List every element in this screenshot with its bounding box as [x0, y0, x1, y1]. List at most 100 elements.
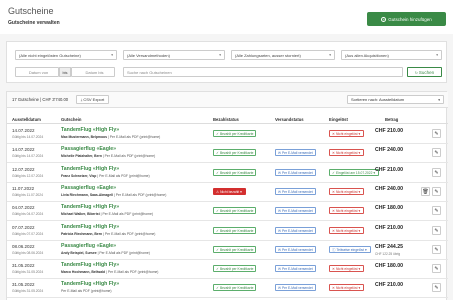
shipping-status-badge[interactable]: ✉Per E-Mail versendet: [275, 245, 316, 253]
edit-button[interactable]: ✎: [432, 244, 441, 254]
column-header-voucher[interactable]: Gutschein: [61, 117, 81, 122]
cross-icon: ✕: [332, 286, 335, 291]
edit-button[interactable]: ✎: [432, 167, 441, 177]
filter-panel: (Alle nicht eingelösten Gutscheine) ▾ (Al…: [6, 41, 447, 83]
valid-until: Gültig bis 12.07.2024: [12, 173, 44, 178]
delete-button[interactable]: 🗑: [421, 186, 430, 196]
column-header-shipping[interactable]: Versandstatus: [275, 117, 304, 122]
column-header-amount[interactable]: Betrag: [385, 117, 398, 122]
edit-button[interactable]: ✎: [432, 186, 441, 196]
shipping-status-badge[interactable]: ✉Per E-Mail versendet: [275, 168, 316, 176]
redeemed-status-badge[interactable]: ✕Nicht eingelöst ▾: [329, 207, 365, 215]
redeemed-status-badge[interactable]: ✕Nicht eingelöst ▾: [329, 187, 365, 195]
delivery-method: Per E-Mail als PDF (print@home): [99, 250, 150, 255]
edit-button[interactable]: ✎: [432, 264, 441, 274]
edit-button[interactable]: ✎: [432, 225, 441, 235]
csv-export-button[interactable]: ⤓CSV Export: [76, 95, 109, 104]
voucher-name[interactable]: TandemFlug «High Fly»: [61, 224, 119, 230]
redeemed-status-badge[interactable]: ⓘTeilweise eingelöst ▾: [329, 245, 371, 253]
voucher-name[interactable]: Passagierflug «Eagle»: [61, 146, 116, 152]
payment-status-badge[interactable]: ✓Bezahlt per Kreditkarte: [213, 130, 257, 137]
shipping-status-badge[interactable]: ✉Per E-Mail versendet: [275, 265, 316, 273]
table-row[interactable]: 11.07.2022 Gültig bis 11.07.2024 Passagier…: [7, 183, 448, 202]
delivery-method: Per E-Mail als PDF (print@home): [104, 231, 156, 236]
mail-icon: ✉: [278, 247, 281, 252]
voucher-name[interactable]: TandemFlug «High Fly»: [61, 262, 119, 268]
table-row[interactable]: 14.07.2022 Gültig bis 14.07.2024 Passagier…: [7, 144, 448, 164]
voucher-amount: CHF 210.00: [375, 282, 403, 289]
payment-status-badge[interactable]: ✓Bezahlt per Kreditkarte: [213, 265, 257, 273]
edit-button[interactable]: ✎: [432, 129, 441, 138]
chevron-down-icon: ▾: [329, 53, 331, 57]
redeemed-status-badge[interactable]: ✕Nicht eingelöst ▾: [329, 130, 365, 137]
delivery-method: Per E-Mail als PDF (print@home): [115, 192, 167, 197]
payment-status-badge[interactable]: ⚠Nicht bezahlt ▾: [213, 187, 246, 195]
payment-status-label: Nicht bezahlt: [220, 189, 240, 194]
table-row[interactable]: 12.07.2022 Gültig bis 12.07.2024 TandemFlu…: [7, 164, 448, 183]
payment-status-badge[interactable]: ✓Bezahlt per Kreditkarte: [213, 226, 257, 234]
search-input[interactable]: Suche nach Gutscheinen: [123, 67, 403, 77]
edit-button[interactable]: ✎: [432, 206, 441, 216]
pencil-icon: ✎: [434, 285, 439, 292]
column-header-payment[interactable]: Bezahlstatus: [213, 117, 239, 122]
issue-date: 14.07.2022: [12, 128, 35, 133]
voucher-name[interactable]: TandemFlug «High Fly»: [61, 281, 119, 287]
shipping-status-label: Per E-Mail versendet: [281, 189, 313, 194]
shipping-status-badge[interactable]: ✉Per E-Mail versendet: [275, 284, 316, 292]
add-voucher-button[interactable]: + Gutschein hinzufügen: [367, 12, 446, 26]
shipping-status-badge[interactable]: ✉Per E-Mail versendet: [275, 226, 316, 234]
payment-status-label: Bezahlt per Kreditkarte: [219, 286, 254, 291]
delivery-method: Per E-Mail als PDF (print@home): [107, 270, 159, 275]
table-row[interactable]: 31.05.2022 Gültig bis 31.05.2024 TandemFlu…: [7, 279, 448, 299]
valid-until: Gültig bis 04.07.2024: [12, 212, 44, 217]
column-header-redeemed[interactable]: Eingelöst: [329, 117, 348, 122]
voucher-amount: CHF 180.00: [375, 263, 403, 270]
voucher-status-select[interactable]: (Alle nicht eingelösten Gutscheine) ▾: [15, 50, 117, 60]
check-icon: ✓: [216, 267, 219, 272]
table-row[interactable]: 14.07.2022 Gültig bis 14.07.2024 TandemFlu…: [7, 125, 448, 144]
issue-date: 31.05.2022: [12, 263, 35, 269]
edit-button[interactable]: ✎: [432, 283, 441, 293]
date-to-input[interactable]: Datum bis: [71, 67, 115, 77]
payment-method-select[interactable]: (Alle Zahlungsarten, ausser storniert) ▾: [231, 50, 335, 60]
voucher-amount: CHF 210.00: [375, 128, 403, 134]
shipping-status-badge[interactable]: ✉Per E-Mail versendet: [275, 187, 316, 195]
shipping-status-badge[interactable]: ✉Per E-Mail versendet: [275, 207, 316, 215]
edit-button[interactable]: ✎: [432, 148, 441, 158]
delivery-method: Per E-Mail als PDF (print@home): [99, 173, 150, 178]
redeemed-status-badge[interactable]: ✕Nicht eingelöst ▾: [329, 265, 365, 273]
sort-select[interactable]: Sortieren nach: Ausstelldatum ▾: [347, 95, 444, 104]
voucher-amount: CHF 244.25: [375, 243, 403, 250]
payment-status-badge[interactable]: ✓Bezahlt per Kreditkarte: [213, 168, 257, 176]
chevron-down-icon: ▾: [357, 209, 361, 214]
redeemed-status-badge[interactable]: ✕Nicht eingelöst ▾: [329, 226, 365, 234]
voucher-name[interactable]: TandemFlug «High Fly»: [61, 204, 119, 210]
voucher-name[interactable]: Passagierflug «Eagle»: [61, 185, 116, 191]
shipping-status-badge[interactable]: ✉Per E-Mail versendet: [275, 149, 316, 157]
voucher-details: Michelle Platzhalter, Bern | Per E-Mail …: [61, 154, 155, 158]
shipping-method-select[interactable]: (Alle Versandmethoden) ▾: [123, 50, 225, 60]
table-row[interactable]: 31.05.2022 Gültig bis 31.05.2024 TandemFlu…: [7, 260, 448, 280]
payment-status-badge[interactable]: ✓Bezahlt per Kreditkarte: [213, 149, 257, 157]
delivery-method: Per E-Mail als PDF (print@home): [109, 135, 161, 139]
redeemed-status-badge[interactable]: ✕Nicht eingelöst ▾: [329, 149, 365, 157]
voucher-name[interactable]: TandemFlug «High Fly»: [61, 166, 119, 172]
issue-date: 11.07.2022: [12, 185, 35, 191]
table-row[interactable]: 04.07.2022 Gültig bis 04.07.2024 TandemFlu…: [7, 202, 448, 222]
redeemed-status-label: Teilweise eingelöst: [336, 247, 365, 252]
cross-icon: ✕: [332, 267, 335, 272]
acquisition-select[interactable]: (Aus allen Akquisitionen) ▾: [341, 50, 442, 60]
redeemed-status-badge[interactable]: ✕Nicht eingelöst ▾: [329, 284, 365, 292]
payment-status-badge[interactable]: ✓Bezahlt per Kreditkarte: [213, 245, 257, 253]
table-row[interactable]: 07.07.2022 Gültig bis 07.07.2024 TandemFlu…: [7, 222, 448, 241]
date-from-input[interactable]: Datum von: [15, 67, 59, 77]
column-header-date[interactable]: Ausstelldatum: [12, 117, 41, 122]
payment-status-badge[interactable]: ✓Bezahlt per Kreditkarte: [213, 284, 257, 292]
voucher-name[interactable]: Passagierflug «Eagle»: [61, 243, 116, 249]
payment-status-badge[interactable]: ✓Bezahlt per Kreditkarte: [213, 207, 257, 215]
check-icon: ✓: [332, 170, 335, 175]
voucher-name[interactable]: TandemFlug «High Fly»: [61, 127, 119, 133]
table-row[interactable]: 08.06.2022 Gültig bis 08.06.2024 Passagier…: [7, 241, 448, 260]
redeemed-status-badge[interactable]: ✓Eingelöst am 15.07.2022 ▾: [329, 168, 380, 176]
search-button[interactable]: ↻Suchen: [407, 67, 442, 77]
